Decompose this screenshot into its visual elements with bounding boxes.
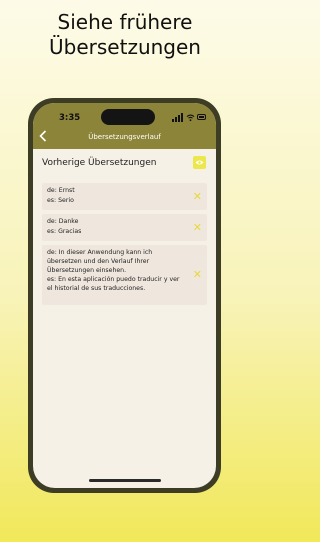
history-source: de: Danke: [47, 218, 79, 225]
section-title: Vorherige Übersetzungen: [42, 158, 157, 168]
delete-history-button[interactable]: ✕: [193, 191, 202, 202]
delete-history-button[interactable]: ✕: [193, 269, 202, 280]
nav-title: Übersetzungsverlauf: [88, 133, 161, 141]
home-indicator[interactable]: [89, 479, 161, 482]
promo-headline-line-2: Übersetzungen: [49, 35, 201, 59]
history-source-line: de: In dieser Anwendung kann ich: [47, 249, 153, 256]
promo-headline: Siehe frühere Übersetzungen: [0, 10, 250, 60]
history-target: es: Gracias: [47, 228, 82, 235]
status-icons: [172, 113, 206, 122]
delete-history-button[interactable]: ✕: [193, 222, 202, 233]
signal-icon: [181, 113, 183, 122]
dynamic-island: [101, 109, 155, 125]
history-source-line: Übersetzungen einsehen.: [47, 267, 127, 274]
section-header: Vorherige Übersetzungen: [33, 153, 216, 175]
phone-screen: 3:35 Übersetzungsverlauf Vorherige Übers…: [33, 103, 216, 488]
history-source: de: Ernst: [47, 187, 75, 194]
signal-icon: [172, 119, 174, 122]
wifi-icon: [186, 114, 195, 122]
history-item[interactable]: de: In dieser Anwendung kann ich überset…: [42, 245, 207, 305]
history-target: es: Serio: [47, 197, 74, 204]
signal-icon: [178, 115, 180, 122]
history-target-line: es: En esta aplicación puedo traducir y …: [47, 276, 180, 283]
status-time: 3:35: [59, 113, 81, 123]
toggle-visibility-button[interactable]: [193, 156, 206, 169]
history-item[interactable]: de: Ernst es: Serio ✕: [42, 183, 207, 210]
history-item[interactable]: de: Danke es: Gracias ✕: [42, 214, 207, 241]
promo-headline-line-1: Siehe frühere: [57, 10, 193, 34]
phone-frame: 3:35 Übersetzungsverlauf Vorherige Übers…: [28, 98, 221, 493]
history-target-line: el historial de sus traducciones.: [47, 285, 146, 292]
eye-icon: [195, 160, 204, 165]
battery-icon: [197, 114, 206, 120]
signal-icon: [175, 117, 177, 122]
history-source-line: übersetzen und den Verlauf Ihrer: [47, 258, 150, 265]
navigation-bar: 3:35 Übersetzungsverlauf: [33, 103, 216, 149]
